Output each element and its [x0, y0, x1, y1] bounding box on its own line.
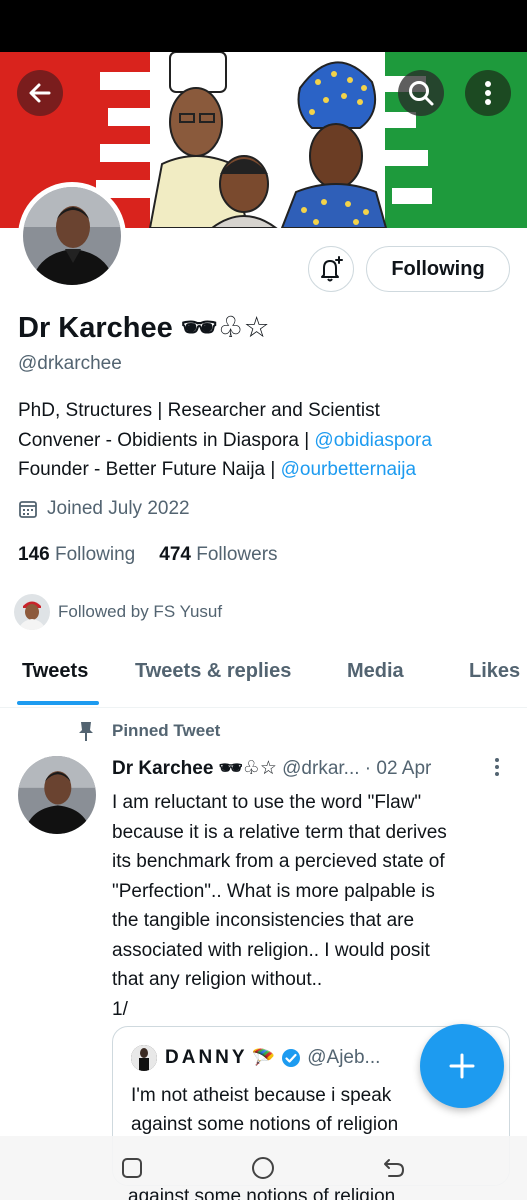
tweet-author-name[interactable]: Dr Karchee 🕶♧☆ [112, 758, 277, 779]
quoted-author-name: DANNY [165, 1047, 248, 1068]
tab-media[interactable]: Media [347, 660, 404, 683]
status-bar [0, 0, 527, 52]
tweet-line: because it is a relative term that deriv… [112, 821, 447, 843]
tab-likes[interactable]: Likes [469, 660, 520, 683]
following-stat[interactable]: 146 Following [18, 544, 135, 565]
tweet-more-button[interactable] [490, 756, 504, 785]
tweet-line: that any religion without.. [112, 969, 323, 990]
profile-handle: @drkarchee [18, 353, 122, 374]
tab-tweets-replies[interactable]: Tweets & replies [135, 660, 291, 683]
tweet-body[interactable]: I am reluctant to use the word "Flaw" be… [112, 788, 512, 1024]
tweet-line: "Perfection".. What is more palpable is [112, 880, 435, 902]
pinned-label: Pinned Tweet [78, 720, 220, 742]
quoted-author-handle: @Ajeb... [307, 1047, 381, 1068]
quoted-author-emoji: 🪂 [251, 1048, 276, 1069]
search-button[interactable] [398, 70, 444, 116]
tweet-author-avatar[interactable] [18, 756, 96, 834]
mention-link-obidiaspora[interactable]: @obidiaspora [314, 430, 432, 451]
joined-text: Joined July 2022 [47, 498, 190, 519]
avatar-photo [23, 187, 121, 285]
notifications-button[interactable] [308, 246, 354, 292]
quoted-tweet-header: DANNY 🪂 @Ajeb... [131, 1045, 380, 1071]
tweet-line: I am reluctant to use the word "Flaw" [112, 792, 422, 813]
active-tab-indicator [17, 701, 99, 705]
bell-plus-icon [321, 256, 343, 282]
profile-name: Dr Karchee 🕶♧☆ [18, 312, 270, 344]
home-icon [252, 1157, 274, 1179]
recent-apps-icon [122, 1158, 142, 1178]
plus-icon [449, 1053, 475, 1079]
followers-label: Followers [196, 544, 278, 565]
profile-tabs: Tweets Tweets & replies Media Likes [0, 652, 527, 708]
tweet-line: its benchmark from a percieved state of [112, 851, 445, 872]
followed-by-row[interactable]: Followed by FS Yusuf [14, 594, 222, 630]
verified-badge-icon [282, 1049, 301, 1067]
followed-by-text: Followed by FS Yusuf [58, 602, 223, 621]
quoted-author-avatar [131, 1045, 157, 1071]
bio-line: Founder - Better Future Naija | @ourbett… [18, 459, 417, 480]
bio-line: Convener - Obidients in Diaspora | @obid… [18, 429, 432, 451]
following-button[interactable]: Following [366, 246, 510, 292]
pin-icon [79, 722, 93, 741]
profile-bio: PhD, Structures | Researcher and Scienti… [18, 396, 518, 485]
followers-stat[interactable]: 474 Followers [159, 544, 277, 565]
recent-apps-button[interactable] [116, 1152, 148, 1184]
scrolled-text-peek: against some notions of religion [128, 1186, 396, 1200]
tab-tweets[interactable]: Tweets [22, 660, 88, 683]
follower-avatar [14, 594, 50, 630]
compose-tweet-button[interactable] [420, 1024, 504, 1108]
tweet-line: associated with religion.. I would posit [112, 939, 430, 961]
bio-line: PhD, Structures | Researcher and Scienti… [18, 400, 380, 421]
mention-link-ourbetternaija[interactable]: @ourbetternaija [281, 459, 416, 480]
joined-date: Joined July 2022 [18, 498, 190, 520]
more-options-button[interactable] [465, 70, 511, 116]
follow-stats: 146 Following 474 Followers [18, 544, 278, 566]
tweet-author-handle[interactable]: @drkar... [282, 758, 359, 779]
tweet-line: 1/ [112, 998, 128, 1020]
quoted-line: against some notions of religion [131, 1114, 399, 1135]
arrow-left-icon [29, 83, 51, 103]
calendar-icon [19, 501, 37, 518]
search-icon [409, 81, 434, 106]
tweet-header: Dr Karchee 🕶♧☆ @drkar... · 02 Apr [112, 756, 431, 780]
more-vertical-icon [485, 81, 491, 105]
home-button[interactable] [247, 1152, 279, 1184]
pinned-text: Pinned Tweet [112, 721, 221, 740]
avatar-photo [18, 756, 96, 834]
profile-avatar[interactable] [18, 182, 126, 290]
back-button[interactable] [17, 70, 63, 116]
followers-count: 474 [159, 544, 191, 565]
more-vertical-icon [495, 758, 499, 776]
tweet-date[interactable]: · 02 Apr [365, 758, 432, 779]
following-count: 146 [18, 544, 50, 565]
system-back-button[interactable] [378, 1152, 410, 1184]
following-label: Following [54, 544, 136, 565]
system-back-icon [384, 1159, 404, 1177]
tweet-line: the tangible inconsistencies that are [112, 910, 415, 931]
